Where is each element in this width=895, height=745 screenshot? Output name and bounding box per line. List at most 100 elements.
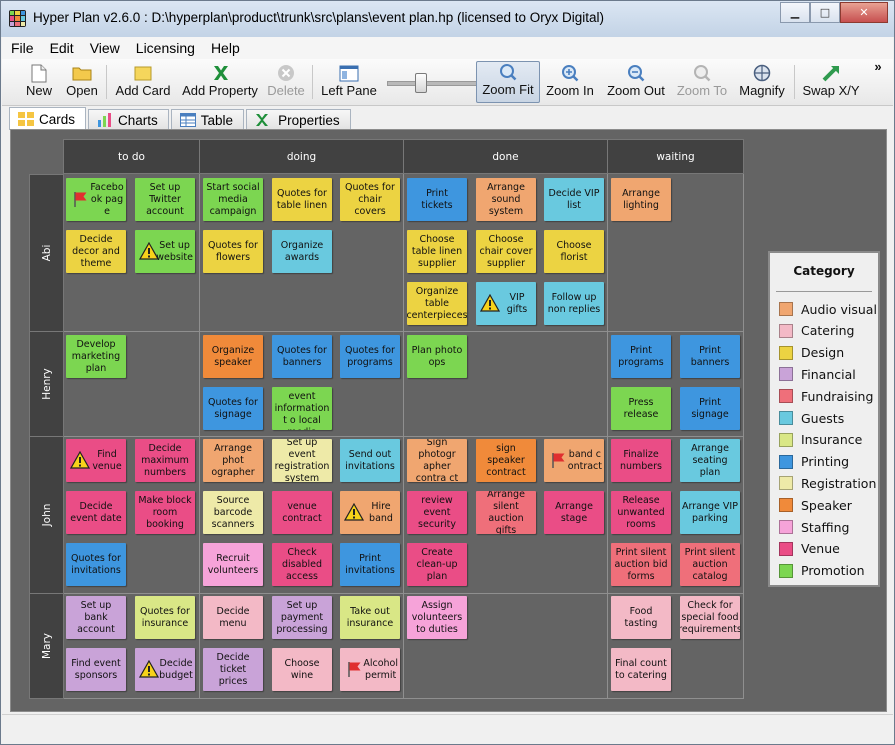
task-card[interactable]: Send out invitations	[340, 439, 400, 482]
task-card[interactable]: Plan photo ops	[407, 335, 467, 378]
add-card-button[interactable]: Add Card	[114, 63, 172, 103]
menu-edit[interactable]: Edit	[41, 37, 81, 59]
menu-file[interactable]: File	[2, 37, 41, 59]
task-card[interactable]: review event security	[407, 491, 467, 534]
zoom-out-button[interactable]: Zoom Out	[604, 63, 668, 103]
task-card[interactable]: Follow up non replies	[544, 282, 604, 325]
add-property-button[interactable]: Add Property	[180, 63, 260, 103]
task-card[interactable]: Decide VIP list	[544, 178, 604, 221]
delete-button[interactable]: Delete	[266, 63, 306, 103]
task-card[interactable]: Decide ticket prices	[203, 648, 263, 691]
task-card[interactable]: Check for special food requirements	[680, 596, 740, 639]
task-card[interactable]: Arrange lighting	[611, 178, 671, 221]
column-header-waiting[interactable]: waiting	[607, 139, 744, 174]
task-card[interactable]: Quotes for invitations	[66, 543, 126, 586]
task-card[interactable]: Decide maximum numbers	[135, 439, 195, 482]
row-header-john[interactable]: John	[29, 436, 64, 594]
zoom-slider[interactable]	[387, 81, 477, 86]
tab-cards[interactable]: Cards	[9, 107, 87, 130]
task-card[interactable]: Alcohol permit	[340, 648, 400, 691]
task-card[interactable]: Food tasting	[611, 596, 671, 639]
task-card[interactable]: Source barcode scanners	[203, 491, 263, 534]
task-card[interactable]: Set up bank account	[66, 596, 126, 639]
task-card[interactable]: Quotes for insurance	[135, 596, 195, 639]
task-card[interactable]: Create clean-up plan	[407, 543, 467, 586]
task-card[interactable]: Print silent auction catalog	[680, 543, 740, 586]
open-button[interactable]: Open	[62, 63, 102, 103]
task-card[interactable]: Arrange sound system	[476, 178, 536, 221]
close-button[interactable]: ✕	[840, 2, 888, 23]
zoom-slider-thumb[interactable]	[415, 73, 427, 93]
task-card[interactable]: Finalize numbers	[611, 439, 671, 482]
task-card[interactable]: Arrange stage	[544, 491, 604, 534]
minimize-button[interactable]: ▁	[780, 2, 810, 23]
task-card[interactable]: Quotes for chair covers	[340, 178, 400, 221]
task-card[interactable]: Make block room booking	[135, 491, 195, 534]
task-card[interactable]: Quotes for signage	[203, 387, 263, 430]
task-card[interactable]: Develop marketing plan	[66, 335, 126, 378]
task-card[interactable]: Arrange phot ographer	[203, 439, 263, 482]
task-card[interactable]: Submit event information t o local media	[272, 387, 332, 430]
task-card[interactable]: Organize awards	[272, 230, 332, 273]
row-header-abi[interactable]: Abi	[29, 174, 64, 332]
task-card[interactable]: Sign photogr apher contra ct	[407, 439, 467, 482]
task-card[interactable]: Arrange silent auction gifts	[476, 491, 536, 534]
task-card[interactable]: Choose chair cover supplier	[476, 230, 536, 273]
task-card[interactable]: Quotes for table linen	[272, 178, 332, 221]
task-card[interactable]: Press release	[611, 387, 671, 430]
task-card[interactable]: Recruit volunteers	[203, 543, 263, 586]
task-card[interactable]: Check disabled access	[272, 543, 332, 586]
task-card[interactable]: Organize speaker	[203, 335, 263, 378]
task-card[interactable]: Quotes for programs	[340, 335, 400, 378]
zoom-in-button[interactable]: Zoom In	[542, 63, 598, 103]
task-card[interactable]: Assign volunteers to duties	[407, 596, 467, 639]
task-card[interactable]: Set up event registration system	[272, 439, 332, 482]
task-card[interactable]: Decide menu	[203, 596, 263, 639]
task-card[interactable]: venue contract	[272, 491, 332, 534]
maximize-button[interactable]: □	[810, 2, 840, 23]
column-header-to-do[interactable]: to do	[63, 139, 200, 174]
task-card[interactable]: Hire band	[340, 491, 400, 534]
column-header-done[interactable]: done	[403, 139, 608, 174]
task-card[interactable]: VIP gifts	[476, 282, 536, 325]
task-card[interactable]: Print signage	[680, 387, 740, 430]
menu-view[interactable]: View	[81, 37, 127, 59]
zoom-to-button[interactable]: Zoom To	[674, 63, 730, 103]
task-card[interactable]: Organize table centerpieces	[407, 282, 467, 325]
task-card[interactable]: Print silent auction bid forms	[611, 543, 671, 586]
task-card[interactable]: Set up Twitter account	[135, 178, 195, 221]
task-card[interactable]: Choose table linen supplier	[407, 230, 467, 273]
new-button[interactable]: New	[16, 63, 62, 103]
task-card[interactable]: Arrange VIP parking	[680, 491, 740, 534]
task-card[interactable]: Final count to catering	[611, 648, 671, 691]
task-card[interactable]: Find venue	[66, 439, 126, 482]
task-card[interactable]: Release unwanted rooms	[611, 491, 671, 534]
task-card[interactable]: Decide decor and theme	[66, 230, 126, 273]
task-card[interactable]: sign speaker contract	[476, 439, 536, 482]
task-card[interactable]: Take out insurance	[340, 596, 400, 639]
task-card[interactable]: Print banners	[680, 335, 740, 378]
task-card[interactable]: Set up website	[135, 230, 195, 273]
task-card[interactable]: Decide budget	[135, 648, 195, 691]
tab-properties[interactable]: Properties	[246, 109, 351, 130]
task-card[interactable]: Arrange seating plan	[680, 439, 740, 482]
row-header-mary[interactable]: Mary	[29, 593, 64, 699]
task-card[interactable]: Quotes for banners	[272, 335, 332, 378]
task-card[interactable]: Decide event date	[66, 491, 126, 534]
swap-xy-button[interactable]: Swap X/Y	[800, 63, 862, 103]
task-card[interactable]: Print invitations	[340, 543, 400, 586]
task-card[interactable]: Choose florist	[544, 230, 604, 273]
menu-licensing[interactable]: Licensing	[127, 37, 202, 59]
task-card[interactable]: Print tickets	[407, 178, 467, 221]
menu-help[interactable]: Help	[202, 37, 247, 59]
task-card[interactable]: Print programs	[611, 335, 671, 378]
row-header-henry[interactable]: Henry	[29, 331, 64, 437]
task-card[interactable]: Set up payment processing	[272, 596, 332, 639]
column-header-doing[interactable]: doing	[199, 139, 404, 174]
tab-charts[interactable]: Charts	[88, 109, 169, 130]
task-card[interactable]: Find event sponsors	[66, 648, 126, 691]
task-card[interactable]: Facebo ok pag e	[66, 178, 126, 221]
task-card[interactable]: Quotes for flowers	[203, 230, 263, 273]
zoom-fit-button[interactable]: Zoom Fit	[476, 61, 540, 103]
toolbar-overflow-button[interactable]: »	[870, 59, 886, 103]
